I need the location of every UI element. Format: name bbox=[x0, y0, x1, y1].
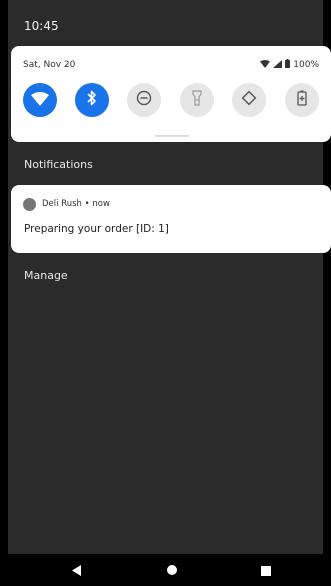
status-bar: 10:45 bbox=[8, 0, 323, 46]
home-icon bbox=[166, 561, 178, 580]
tile-flashlight[interactable] bbox=[180, 83, 214, 117]
notification-time: now bbox=[92, 199, 110, 209]
notification-body: Preparing your order [ID: 1] bbox=[24, 223, 169, 235]
battery-icon bbox=[285, 59, 291, 71]
navigation-bar bbox=[8, 554, 323, 586]
status-time: 10:45 bbox=[24, 19, 59, 33]
tile-battery-saver[interactable] bbox=[285, 83, 319, 117]
quick-settings-date[interactable]: Sat, Nov 20 bbox=[23, 60, 75, 70]
notifications-title: Notifications bbox=[24, 158, 93, 171]
quick-settings-status-icons: 100% bbox=[260, 59, 319, 71]
back-icon bbox=[72, 561, 82, 580]
wifi-icon bbox=[31, 91, 49, 110]
tile-bluetooth[interactable] bbox=[75, 83, 109, 117]
wifi-signal-icon bbox=[260, 59, 271, 71]
bluetooth-icon bbox=[87, 90, 97, 110]
notification-card[interactable]: Deli Rush • now Preparing your order [ID… bbox=[11, 185, 331, 253]
notification-separator: • bbox=[81, 199, 93, 209]
notification-header: Deli Rush • now bbox=[42, 199, 110, 209]
battery-percent: 100% bbox=[293, 60, 319, 70]
screen-edge-left bbox=[0, 0, 8, 586]
overview-button[interactable] bbox=[246, 554, 286, 586]
tile-auto-rotate[interactable] bbox=[232, 83, 266, 117]
app-icon bbox=[23, 198, 36, 211]
flashlight-icon bbox=[192, 90, 202, 110]
quick-settings-panel: Sat, Nov 20 100% bbox=[11, 46, 331, 142]
panel-drag-handle[interactable] bbox=[155, 135, 189, 137]
cell-signal-icon bbox=[273, 59, 283, 71]
tile-wifi[interactable] bbox=[23, 83, 57, 117]
notification-app-name: Deli Rush bbox=[42, 199, 82, 209]
battery-saver-icon bbox=[297, 90, 307, 110]
home-button[interactable] bbox=[152, 554, 192, 586]
manage-notifications-button[interactable]: Manage bbox=[24, 269, 68, 282]
quick-settings-tiles bbox=[23, 83, 319, 117]
back-button[interactable] bbox=[57, 554, 97, 586]
auto-rotate-icon bbox=[241, 90, 257, 110]
overview-icon bbox=[261, 561, 271, 580]
do-not-disturb-icon bbox=[136, 90, 152, 110]
device-screen: 10:45 Sat, Nov 20 100% Notifications Del… bbox=[0, 0, 331, 586]
tile-do-not-disturb[interactable] bbox=[127, 83, 161, 117]
